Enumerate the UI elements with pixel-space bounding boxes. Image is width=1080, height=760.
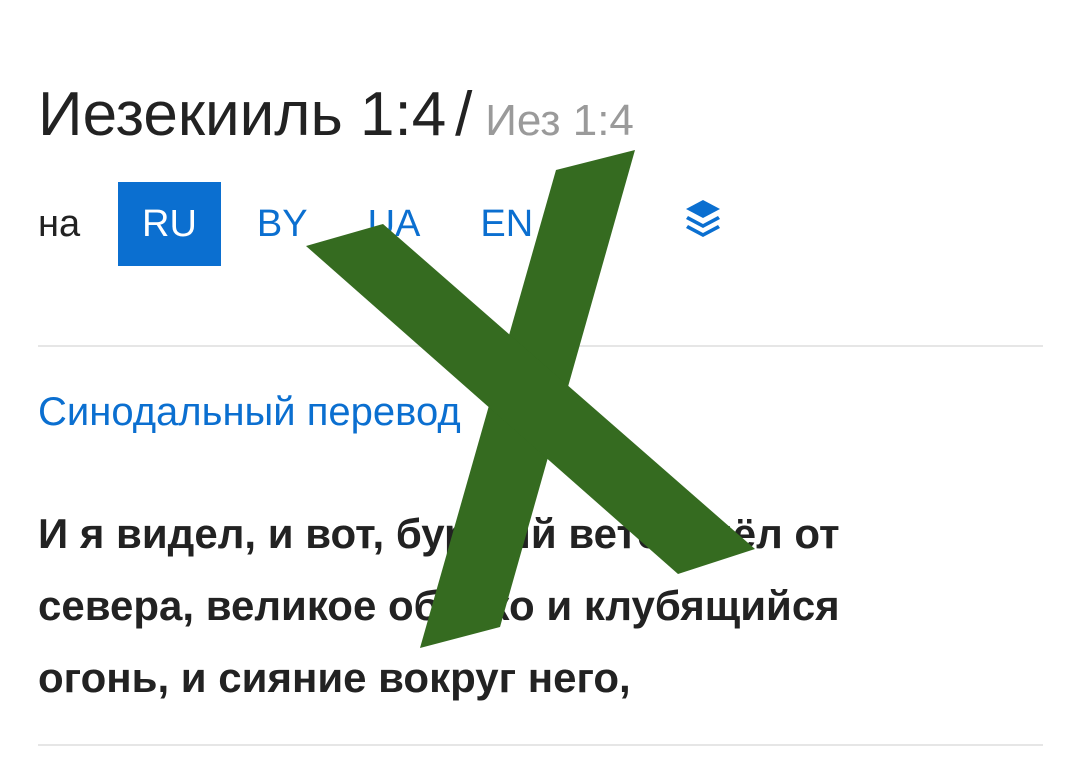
- layers-icon[interactable]: [682, 198, 724, 244]
- translation-link[interactable]: Синодальный перевод: [38, 390, 461, 435]
- divider-bottom: [38, 744, 1043, 746]
- title-short-ref: Иез 1:4: [485, 96, 634, 145]
- page-title: Иезекииль 1:4 / Иез 1:4: [38, 84, 634, 146]
- title-separator: /: [455, 80, 473, 149]
- lang-button-ru[interactable]: RU: [118, 182, 221, 266]
- language-prefix: на: [38, 202, 81, 245]
- title-main: Иезекииль 1:4: [38, 80, 447, 149]
- lang-button-en[interactable]: EN: [456, 182, 557, 266]
- lang-button-by[interactable]: BY: [233, 182, 332, 266]
- language-switcher: на RU BY UA EN: [38, 182, 569, 266]
- lang-button-ua[interactable]: UA: [344, 182, 445, 266]
- divider-top: [38, 345, 1043, 347]
- verse-text: И я видел, и вот, бурный ветер шёл от се…: [38, 510, 840, 701]
